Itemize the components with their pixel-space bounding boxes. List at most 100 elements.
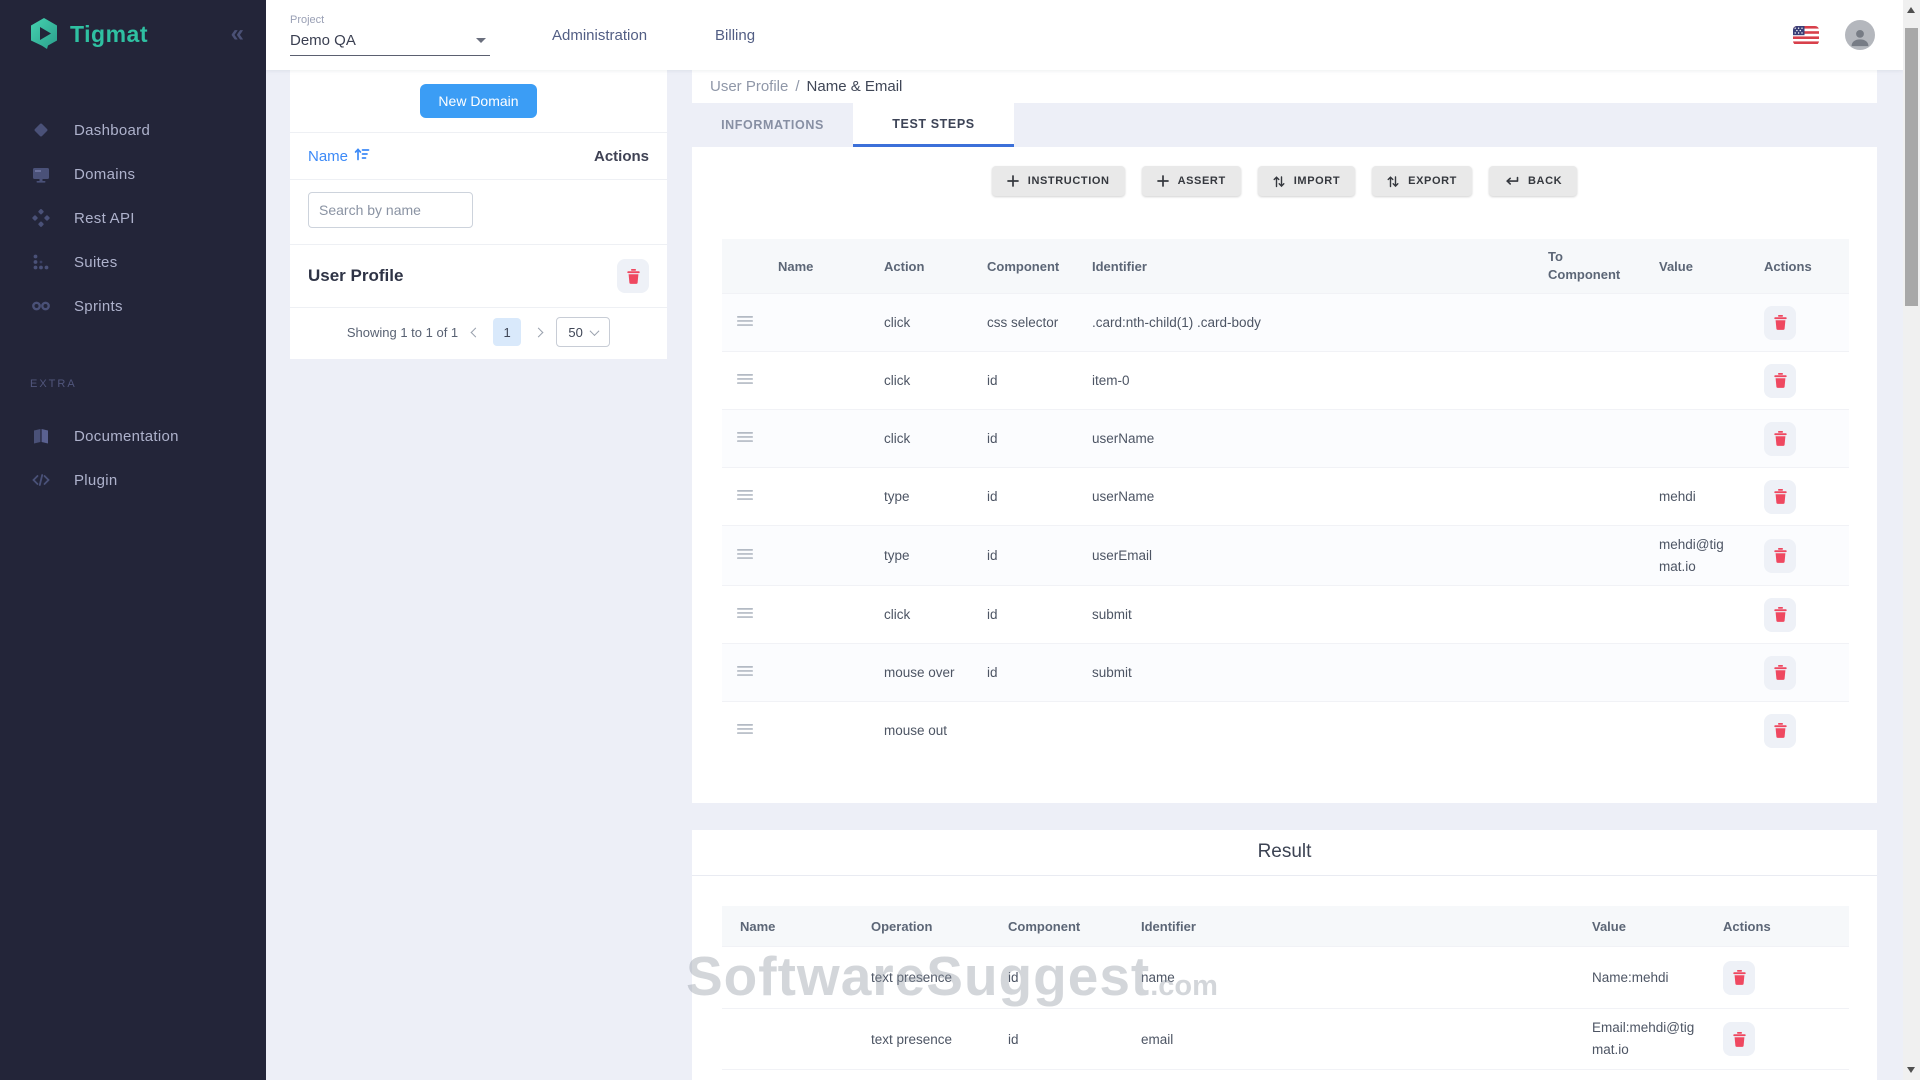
- step-to-component-cell: [1542, 489, 1653, 505]
- user-avatar[interactable]: [1845, 20, 1875, 50]
- export-icon: [1387, 175, 1399, 188]
- drag-handle-icon[interactable]: [722, 657, 772, 688]
- brand-name: Tigmat: [70, 21, 231, 48]
- step-value-cell: [1653, 657, 1758, 688]
- step-to-component-cell: [1542, 723, 1653, 739]
- step-identifier-cell: item-0: [1086, 365, 1542, 396]
- plus-icon: [1007, 175, 1019, 187]
- drag-handle-icon[interactable]: [722, 307, 772, 338]
- scrollbar-down-icon[interactable]: [1907, 1067, 1915, 1073]
- delete-step-button[interactable]: [1764, 539, 1796, 573]
- sidebar-item-documentation[interactable]: Documentation: [0, 414, 266, 458]
- delete-step-button[interactable]: [1764, 598, 1796, 632]
- page-number[interactable]: 1: [493, 318, 521, 346]
- step-component-cell: id: [981, 365, 1086, 396]
- logo: Tigmat «: [0, 0, 266, 52]
- search-input[interactable]: [308, 192, 473, 228]
- back-button[interactable]: BACK: [1489, 166, 1577, 196]
- sidebar-item-domains[interactable]: Domains: [0, 152, 266, 196]
- domains-icon: [30, 164, 52, 184]
- step-actions-cell: [1758, 648, 1849, 698]
- billing-link[interactable]: Billing: [715, 27, 755, 44]
- delete-step-button[interactable]: [1764, 480, 1796, 514]
- drag-handle-icon[interactable]: [722, 540, 772, 571]
- dashboard-icon: [30, 120, 52, 140]
- delete-step-button[interactable]: [1764, 656, 1796, 690]
- step-component-cell: id: [981, 599, 1086, 630]
- tab-informations[interactable]: INFORMATIONS: [692, 103, 853, 147]
- steps-table-row: clickidsubmit: [722, 585, 1849, 643]
- drag-handle-icon[interactable]: [722, 715, 772, 746]
- sidebar-item-plugin[interactable]: Plugin: [0, 458, 266, 502]
- sprints-icon: [30, 296, 52, 316]
- domain-row[interactable]: User Profile: [290, 245, 667, 308]
- sidebar-item-rest-api[interactable]: Rest API: [0, 196, 266, 240]
- tab-test-steps[interactable]: TEST STEPS: [853, 103, 1014, 147]
- step-identifier-cell: userName: [1086, 423, 1542, 454]
- plus-icon: [1157, 175, 1169, 187]
- delete-step-button[interactable]: [1764, 714, 1796, 748]
- sidebar-item-sprints[interactable]: Sprints: [0, 284, 266, 328]
- new-domain-button[interactable]: New Domain: [420, 84, 536, 118]
- result-operation-cell: text presence: [853, 962, 990, 993]
- sidebar-item-suites[interactable]: Suites: [0, 240, 266, 284]
- sidebar-item-dashboard[interactable]: Dashboard: [0, 108, 266, 152]
- drag-handle-icon[interactable]: [722, 365, 772, 396]
- step-component-cell: id: [981, 481, 1086, 512]
- step-to-component-cell: [1542, 665, 1653, 681]
- step-identifier-cell: .card:nth-child(1) .card-body: [1086, 307, 1542, 338]
- result-value-cell: Email:mehdi@tigmat.io: [1574, 1009, 1705, 1068]
- export-button[interactable]: EXPORT: [1372, 166, 1472, 196]
- drag-handle-icon[interactable]: [722, 481, 772, 512]
- delete-step-button[interactable]: [1764, 364, 1796, 398]
- drag-handle-icon[interactable]: [722, 599, 772, 630]
- language-flag-icon[interactable]: [1793, 26, 1819, 45]
- project-select[interactable]: Project Demo QA: [290, 14, 490, 56]
- name-sort-header[interactable]: Name: [308, 147, 370, 165]
- result-operation-cell: text presence: [853, 1024, 990, 1055]
- step-to-component-cell: [1542, 373, 1653, 389]
- steps-table: Name Action Component Identifier To Comp…: [722, 239, 1849, 759]
- step-action-cell: mouse out: [878, 715, 981, 746]
- step-name-cell: [772, 373, 878, 389]
- chevron-down-icon: [589, 326, 599, 336]
- result-component-cell: id: [990, 1024, 1123, 1055]
- delete-step-button[interactable]: [1723, 961, 1755, 995]
- step-action-cell: click: [878, 423, 981, 454]
- steps-toolbar: INSTRUCTION ASSERT IMPORT EXPORT BACK: [692, 147, 1877, 196]
- breadcrumb-parent[interactable]: User Profile: [710, 78, 788, 95]
- scrollbar-thumb[interactable]: [1905, 28, 1918, 306]
- steps-table-row: clickiduserName: [722, 409, 1849, 467]
- delete-step-button[interactable]: [1764, 306, 1796, 340]
- delete-step-button[interactable]: [1764, 422, 1796, 456]
- domains-panel: New Domain Name Actions User Profile: [290, 70, 667, 359]
- assert-button[interactable]: ASSERT: [1142, 166, 1241, 196]
- result-actions-cell: [1705, 953, 1849, 1003]
- sidebar-collapse-icon[interactable]: «: [231, 22, 244, 46]
- result-value-cell: Name:mehdi: [1574, 959, 1705, 997]
- steps-table-row: typeiduserEmailmehdi@tigmat.io: [722, 525, 1849, 585]
- step-name-cell: [772, 665, 878, 681]
- import-icon: [1273, 175, 1285, 188]
- delete-domain-button[interactable]: [617, 259, 649, 293]
- delete-step-button[interactable]: [1723, 1022, 1755, 1056]
- page-size-select[interactable]: 50: [556, 317, 610, 347]
- scrollbar-up-icon[interactable]: [1907, 7, 1915, 13]
- plugin-code-icon: [30, 470, 52, 490]
- step-to-component-cell: [1542, 548, 1653, 564]
- administration-link[interactable]: Administration: [552, 27, 647, 44]
- steps-table-row: typeiduserNamemehdi: [722, 467, 1849, 525]
- step-value-cell: [1653, 423, 1758, 454]
- next-page-icon[interactable]: [535, 323, 542, 341]
- step-value-cell: [1653, 365, 1758, 396]
- step-actions-cell: [1758, 590, 1849, 640]
- step-identifier-cell: submit: [1086, 657, 1542, 688]
- step-action-cell: mouse over: [878, 657, 981, 688]
- instruction-button[interactable]: INSTRUCTION: [992, 166, 1125, 196]
- page-scrollbar[interactable]: [1903, 0, 1920, 1080]
- drag-handle-icon[interactable]: [722, 423, 772, 454]
- result-identifier-cell: name: [1123, 962, 1574, 993]
- result-name-cell: [722, 1031, 853, 1047]
- import-button[interactable]: IMPORT: [1258, 166, 1355, 196]
- prev-page-icon[interactable]: [472, 323, 479, 341]
